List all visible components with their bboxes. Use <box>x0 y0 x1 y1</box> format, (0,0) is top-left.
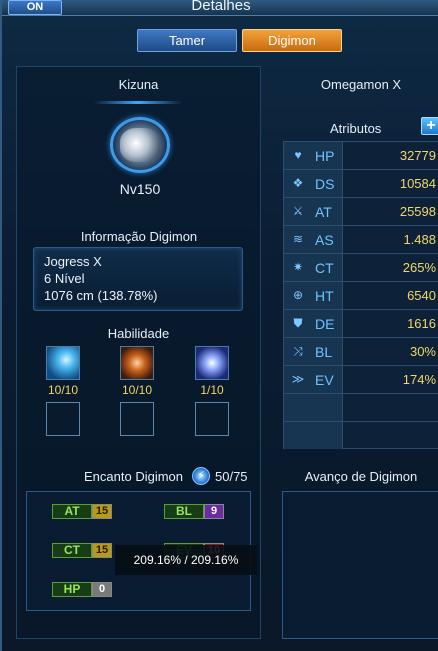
attribute-row-empty <box>284 422 438 450</box>
evade-icon: ≫ <box>291 372 305 386</box>
attribute-value: 32779 <box>399 148 436 163</box>
enchant-stat-name: HP <box>52 582 92 597</box>
attribute-value: 1616 <box>407 316 436 331</box>
advance-box <box>282 491 438 639</box>
attribute-name: BL <box>315 344 333 360</box>
heart-icon: ♥ <box>294 148 302 162</box>
attribute-name: AS <box>315 232 334 248</box>
enchant-stat-name: CT <box>52 543 92 558</box>
enchant-stat-ct[interactable]: CT 15 <box>52 543 112 558</box>
attribute-label-cell: ⚔ AT <box>284 198 343 225</box>
skill-slot[interactable] <box>195 402 229 436</box>
enchant-icon: ⚡ <box>192 467 210 485</box>
attribute-row-ev: ≫ EV 174% <box>284 366 438 394</box>
attribute-row-de: ⛊ DE 1616 <box>284 310 438 338</box>
critical-burst-icon: ✷ <box>292 260 304 274</box>
attribute-value: 6540 <box>407 288 436 303</box>
enchant-stat-value: 0 <box>92 582 112 597</box>
attribute-name: HP <box>315 148 335 164</box>
attribute-label-cell <box>284 422 343 449</box>
attribute-label-cell: ✷ CT <box>284 254 343 281</box>
digimon-name: Omegamon X <box>320 77 402 92</box>
enchant-tooltip: 209.16% / 209.16% <box>115 545 257 575</box>
enchant-stat-value: 15 <box>92 504 112 519</box>
attribute-value: 1.488 <box>403 232 436 247</box>
attribute-name: HT <box>315 288 334 304</box>
shield-icon: ⛊ <box>293 316 303 330</box>
kizuna-divider <box>94 101 182 104</box>
info-level: 6 Nível <box>44 271 85 286</box>
fire-slash-icon[interactable] <box>120 346 154 380</box>
kizuna-label: Kizuna <box>118 77 159 92</box>
add-attribute-button[interactable]: + <box>421 117 438 135</box>
tab-digimon[interactable]: Digimon <box>242 29 342 52</box>
enchant-stat-name: BL <box>164 504 204 519</box>
attribute-label-cell <box>284 394 343 421</box>
info-title: Informação Digimon <box>80 229 198 244</box>
enchant-count: 50/75 <box>215 469 248 484</box>
sword-icon: ⚔ <box>292 204 304 218</box>
enchant-stat-at[interactable]: AT 15 <box>52 504 112 519</box>
attribute-row-hp: ♥ HP 32779 <box>284 142 438 170</box>
digisoul-icon: ❖ <box>292 176 304 190</box>
skill-level: 10/10 <box>121 383 153 397</box>
attribute-row-ht: ⊕ HT 6540 <box>284 282 438 310</box>
attribute-label-cell: ≋ AS <box>284 226 343 253</box>
skill-level: 1/10 <box>200 383 224 397</box>
digimon-portrait <box>120 128 160 162</box>
advance-title: Avanço de Digimon <box>304 469 418 484</box>
attribute-name: DS <box>315 176 335 192</box>
digimon-avatar <box>110 117 170 173</box>
skill-level: 10/10 <box>47 383 79 397</box>
attribute-row-at: ⚔ AT 25598 <box>284 198 438 226</box>
ice-slash-icon[interactable] <box>46 346 80 380</box>
attributes-title: Atributos <box>330 121 382 136</box>
attribute-row-ds: ❖ DS 10584 <box>284 170 438 198</box>
skill-title: Habilidade <box>107 326 170 341</box>
attribute-label-cell: ⊕ HT <box>284 282 343 309</box>
attribute-label-cell: ≫ EV <box>284 366 343 393</box>
attribute-row-bl: ⤨ BL 30% <box>284 338 438 366</box>
block-icon: ⤨ <box>293 344 303 358</box>
attribute-label-cell: ❖ DS <box>284 170 343 197</box>
digimon-level: Nv150 <box>119 181 161 197</box>
attribute-value: 265% <box>402 260 436 275</box>
enchant-stat-name: AT <box>52 504 92 519</box>
skill-slot[interactable] <box>120 402 154 436</box>
enchant-stat-value: 15 <box>92 543 112 558</box>
attribute-row-as: ≋ AS 1.488 <box>284 226 438 254</box>
attribute-label-cell: ⤨ BL <box>284 338 343 365</box>
attribute-label-cell: ⛊ DE <box>284 310 343 337</box>
info-evolution: Jogress X <box>44 254 102 269</box>
window-title: Detalhes <box>191 0 251 14</box>
claw-icon: ≋ <box>292 232 304 246</box>
details-window: ON Detalhes Tamer Digimon Kizuna Nv150 I… <box>0 0 438 651</box>
attributes-table: ♥ HP 32779 ❖ DS 10584 ⚔ AT 25598 ≋ AS 1.488 … <box>283 141 438 449</box>
enchant-title: Encanto Digimon <box>84 469 183 484</box>
attribute-row-ct: ✷ CT 265% <box>284 254 438 282</box>
lightning-burst-icon[interactable] <box>195 346 229 380</box>
attribute-value: 25598 <box>399 204 436 219</box>
enchant-stat-value: 9 <box>204 504 224 519</box>
skill-slot[interactable] <box>46 402 80 436</box>
attribute-name: DE <box>315 316 335 332</box>
attribute-row-empty <box>284 394 438 422</box>
attribute-name: CT <box>315 260 334 276</box>
info-size: 1076 cm (138.78%) <box>44 288 158 303</box>
enchant-stat-hp[interactable]: HP 0 <box>52 582 112 597</box>
enchant-stat-bl[interactable]: BL 9 <box>164 504 224 519</box>
title-bar: ON Detalhes <box>2 0 438 16</box>
attribute-label-cell: ♥ HP <box>284 142 343 169</box>
attribute-value: 30% <box>409 344 436 359</box>
crosshair-icon: ⊕ <box>292 288 304 302</box>
attribute-name: EV <box>315 372 334 388</box>
attribute-value: 174% <box>402 372 436 387</box>
tab-tamer[interactable]: Tamer <box>137 29 237 52</box>
attribute-name: AT <box>315 204 332 220</box>
attribute-value: 10584 <box>399 176 436 191</box>
